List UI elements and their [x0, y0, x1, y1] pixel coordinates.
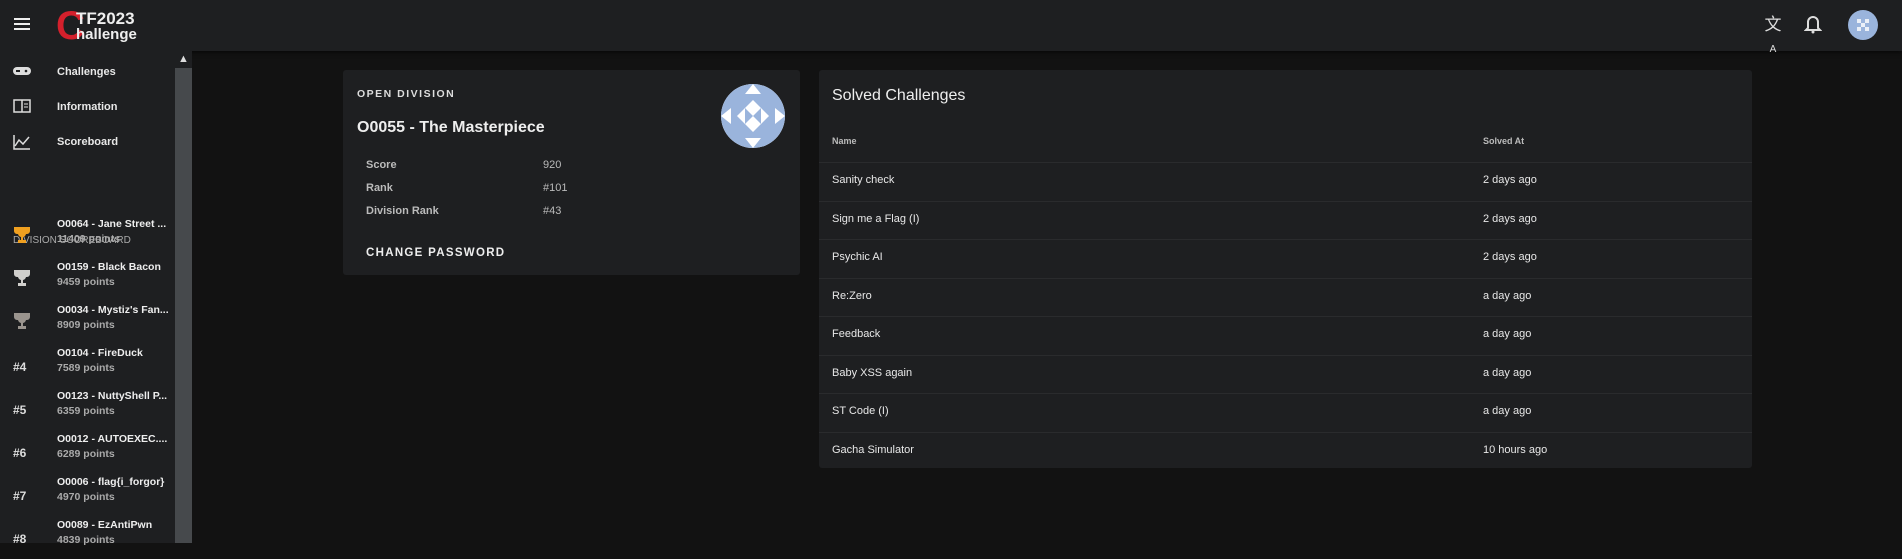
table-row: Gacha Simulator 10 hours ago — [819, 431, 1752, 470]
rank-label: #8 — [13, 532, 27, 546]
challenge-name: Feedback — [832, 328, 881, 340]
sidebar: Challenges Information Scoreboard DIVISI… — [0, 51, 175, 546]
solved-at: a day ago — [1483, 366, 1532, 379]
challenge-name: Sign me a Flag (I) — [832, 212, 920, 225]
challenge-name: ST Code (I) — [832, 405, 889, 417]
team-name: O0104 - FireDuck — [57, 347, 143, 359]
scoreboard-entry[interactable]: #7 O0006 - flag{i_forgor} 4970 points — [0, 476, 175, 516]
solved-at: a day ago — [1483, 328, 1532, 340]
scoreboard-entry[interactable]: #5 O0123 - NuttyShell P... 6359 points — [0, 390, 175, 430]
solved-at: a day ago — [1483, 289, 1532, 302]
challenge-name: Psychic AI — [832, 251, 883, 263]
team-name: O0064 - Jane Street ... — [57, 218, 167, 230]
team-name: O0159 - Black Bacon — [57, 261, 161, 273]
table-row: Sanity check 2 days ago — [819, 162, 1752, 200]
team-points: 6359 points — [57, 405, 115, 417]
trophy-icon — [13, 268, 31, 288]
stat-label-rank: Rank — [366, 182, 393, 194]
rank-label: #6 — [13, 446, 27, 460]
team-name: O0034 - Mystiz's Fan... — [57, 304, 169, 316]
solved-at: 2 days ago — [1483, 174, 1537, 186]
table-row: Re:Zero a day ago — [819, 277, 1752, 316]
team-card: OPEN DIVISION O0055 - The Masterpiece Sc… — [343, 70, 800, 275]
team-name: O0089 - EzAntiPwn — [57, 519, 153, 531]
chart-icon — [13, 134, 31, 150]
sidebar-item-information[interactable]: Information — [0, 93, 175, 123]
rank-label: #4 — [13, 360, 27, 374]
logo[interactable]: C TF2023 hallenge — [56, 6, 146, 46]
team-name: O0006 - flag{i_forgor} — [57, 476, 165, 488]
rank-label: #7 — [13, 489, 27, 503]
team-points: 7589 points — [57, 362, 115, 374]
gamepad-icon — [13, 64, 31, 80]
rank-label: #5 — [13, 403, 27, 417]
table-row: Baby XSS again a day ago — [819, 354, 1752, 393]
column-header-solved-at[interactable]: Solved At — [1483, 136, 1524, 146]
table-row: Psychic AI 2 days ago — [819, 239, 1752, 277]
stat-label-score: Score — [366, 159, 397, 171]
scoreboard-entry[interactable]: #4 O0104 - FireDuck 7589 points — [0, 347, 175, 387]
menu-icon[interactable] — [14, 18, 30, 30]
team-name: O0123 - NuttyShell P... — [57, 390, 168, 402]
challenge-name: Re:Zero — [832, 289, 872, 302]
challenge-name: Gacha Simulator — [832, 443, 914, 456]
table-row: Sign me a Flag (I) 2 days ago — [819, 200, 1752, 239]
scoreboard-entry[interactable]: O0159 - Black Bacon 9459 points — [0, 261, 175, 301]
team-points: 4839 points — [57, 534, 115, 546]
team-points: 9459 points — [57, 276, 115, 288]
scoreboard-entry[interactable]: #8 O0089 - EzAntiPwn 4839 points — [0, 519, 175, 559]
scoreboard-entry[interactable]: #6 O0012 - AUTOEXEC.... 6289 points — [0, 433, 175, 473]
division-label: OPEN DIVISION — [357, 88, 456, 100]
team-avatar — [721, 84, 785, 148]
challenge-name: Baby XSS again — [832, 366, 913, 379]
app-header: C TF2023 hallenge 文A — [0, 0, 1902, 55]
sidebar-scrollbar[interactable]: ▲ — [175, 51, 192, 543]
book-icon — [13, 99, 31, 115]
sidebar-item-challenges[interactable]: Challenges — [0, 58, 175, 88]
column-header-name[interactable]: Name — [832, 136, 857, 146]
user-avatar[interactable] — [1848, 10, 1878, 40]
team-points: 6289 points — [57, 448, 115, 460]
sidebar-item-scoreboard[interactable]: Scoreboard — [0, 128, 175, 158]
solved-at: a day ago — [1483, 405, 1532, 417]
challenge-name: Sanity check — [832, 174, 895, 186]
translate-icon[interactable]: 文A — [1762, 14, 1784, 55]
stat-value-score: 920 — [543, 159, 562, 171]
team-points: 8909 points — [57, 319, 115, 331]
team-name: O0012 - AUTOEXEC.... — [57, 433, 168, 445]
chevron-up-icon[interactable]: ▲ — [175, 51, 192, 68]
scoreboard-entry[interactable]: O0064 - Jane Street ... 11409 points — [0, 218, 175, 258]
solved-at: 10 hours ago — [1483, 443, 1548, 456]
solved-at: 2 days ago — [1483, 212, 1537, 225]
bell-icon[interactable] — [1802, 14, 1824, 36]
solved-at: 2 days ago — [1483, 251, 1537, 263]
table-row: Feedback a day ago — [819, 316, 1752, 354]
trophy-icon — [13, 225, 31, 245]
stat-value-division-rank: #43 — [543, 205, 562, 217]
team-points: 4970 points — [57, 491, 115, 503]
team-name: O0055 - The Masterpiece — [357, 119, 545, 136]
stat-value-rank: #101 — [543, 182, 568, 194]
change-password-button[interactable]: CHANGE PASSWORD — [357, 238, 514, 268]
trophy-icon — [13, 311, 31, 331]
table-row: ST Code (I) a day ago — [819, 393, 1752, 431]
team-points: 11409 points — [57, 233, 121, 245]
solved-title: Solved Challenges — [832, 87, 966, 104]
stat-label-division-rank: Division Rank — [366, 205, 439, 217]
solved-challenges-card: Solved Challenges Name Solved At Sanity … — [819, 70, 1752, 468]
scoreboard-entry[interactable]: O0034 - Mystiz's Fan... 8909 points — [0, 304, 175, 344]
